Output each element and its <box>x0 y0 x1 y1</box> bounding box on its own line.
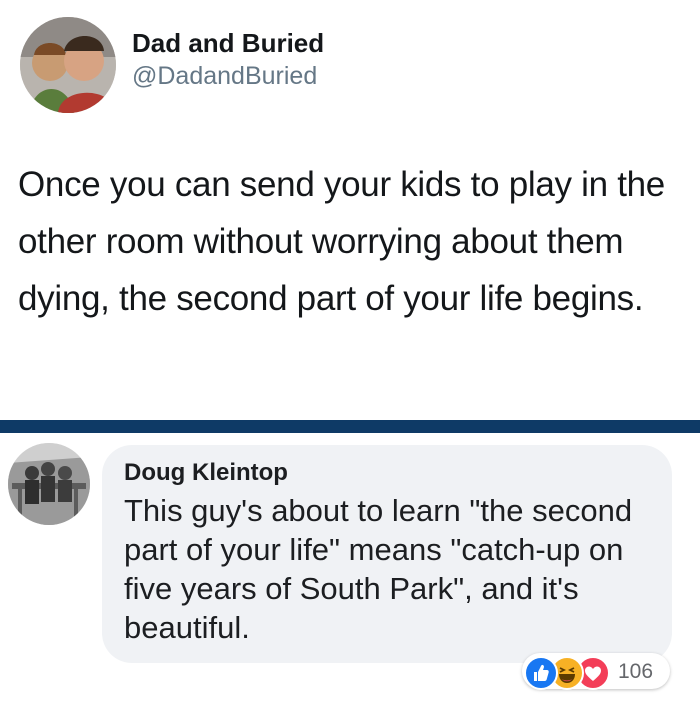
reaction-count: 106 <box>618 660 654 683</box>
comment-text: This guy's about to learn "the second pa… <box>124 493 633 645</box>
comment-author[interactable]: Doug Kleintop <box>124 459 288 487</box>
section-divider <box>0 420 700 433</box>
tweet-display-name[interactable]: Dad and Buried <box>132 28 324 59</box>
reactions-summary[interactable]: 106 <box>522 653 670 690</box>
tweet-text: Once you can send your kids to play in t… <box>18 165 665 318</box>
tweet-avatar-icon[interactable] <box>20 17 116 113</box>
comment-avatar-icon[interactable] <box>8 443 90 525</box>
facebook-comment: Doug Kleintop This guy's about to learn … <box>0 433 700 710</box>
comment-bubble: Doug Kleintop This guy's about to learn … <box>102 445 672 663</box>
tweet-card: Dad and Buried @DadandBuried Once you ca… <box>0 0 700 420</box>
like-icon <box>524 656 558 690</box>
tweet-handle[interactable]: @DadandBuried <box>132 62 317 91</box>
